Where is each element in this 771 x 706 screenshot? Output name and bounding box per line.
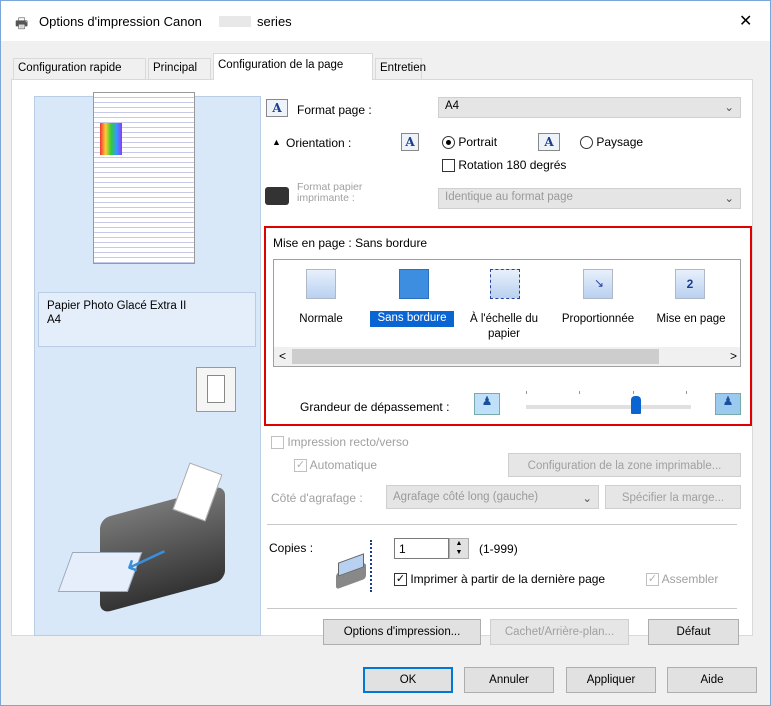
extension-max-icon: ♟ xyxy=(715,393,741,415)
print-options-button[interactable]: Options d'impression... xyxy=(323,619,481,645)
layout-value: Sans bordure xyxy=(355,236,428,250)
reverse-order-checkbox[interactable]: ✓ Imprimer à partir de la dernière page xyxy=(394,572,606,587)
layout-normal-label[interactable]: Normale xyxy=(286,312,356,327)
layout-label: Mise en page : Sans bordure xyxy=(273,236,428,250)
apply-button[interactable]: Appliquer xyxy=(566,667,656,693)
layout-normal-icon[interactable] xyxy=(306,269,336,299)
collate-checkbox[interactable]: ✓ Assembler xyxy=(646,572,719,587)
layout-scaled-label[interactable]: Proportionnée xyxy=(553,312,643,327)
stapling-dropdown[interactable]: Agrafage côté long (gauche) ⌄ xyxy=(386,485,599,509)
auto-duplex-checkbox[interactable]: ✓ Automatique xyxy=(294,458,378,473)
layout-borderless-icon[interactable] xyxy=(399,269,429,299)
paper-info-box: Papier Photo Glacé Extra II A4 xyxy=(38,292,256,347)
printer-paper-icon xyxy=(265,187,289,205)
scrollbar-thumb[interactable] xyxy=(292,349,659,364)
chevron-down-icon: ⌄ xyxy=(724,102,734,114)
landscape-label: Paysage xyxy=(596,135,644,149)
orientation-label: Orientation : xyxy=(286,136,352,150)
preview-image xyxy=(100,123,122,155)
duplex-label: Impression recto/verso xyxy=(287,435,409,449)
copies-spinner[interactable]: ▲ ▼ xyxy=(449,538,469,559)
chevron-down-icon: ⌄ xyxy=(582,493,592,505)
copies-stack-icon xyxy=(334,540,374,592)
defaults-button[interactable]: Défaut xyxy=(648,619,739,645)
copies-label: Copies : xyxy=(269,541,314,555)
paper-size: A4 xyxy=(47,314,62,326)
page-size-dropdown[interactable]: A4 ⌄ xyxy=(438,97,741,118)
slider-tick xyxy=(579,391,581,394)
tab-quick-setup[interactable]: Configuration rapide xyxy=(13,58,146,79)
layout-scrollbar[interactable]: < > xyxy=(274,347,740,366)
paper-orientation-button[interactable] xyxy=(196,367,236,412)
window-title: Options d'impression Canon xyxy=(39,14,202,29)
orientation-arrow-icon: ▲ xyxy=(272,137,281,147)
specify-margin-button[interactable]: Spécifier la marge... xyxy=(605,485,741,509)
duplex-checkbox[interactable]: Impression recto/verso xyxy=(271,435,409,450)
printer-icon: 🖶 xyxy=(15,15,29,31)
printer-paper-dropdown[interactable]: Identique au format page ⌄ xyxy=(438,188,741,209)
paper-name: Papier Photo Glacé Extra II xyxy=(47,300,187,312)
slider-tick xyxy=(686,391,687,394)
collate-label: Assembler xyxy=(661,572,719,586)
portrait-radio[interactable]: Portrait xyxy=(442,135,498,150)
close-button[interactable]: ✕ xyxy=(739,11,752,31)
printer-illustration: ⟵ xyxy=(57,462,230,614)
scroll-left-arrow[interactable]: < xyxy=(279,349,286,363)
layout-page-layout-icon[interactable]: 2 xyxy=(675,269,705,299)
chevron-down-icon: ⌄ xyxy=(724,193,734,205)
extension-label: Grandeur de dépassement : xyxy=(300,400,450,414)
page-size-icon: A xyxy=(266,99,288,117)
page-size-label: Format page : xyxy=(297,103,372,117)
stapling-label: Côté d'agrafage : xyxy=(271,491,363,505)
landscape-radio[interactable]: Paysage xyxy=(580,135,644,150)
layout-borderless-label[interactable]: Sans bordure xyxy=(370,311,454,327)
rotate-180-checkbox[interactable]: Rotation 180 degrés xyxy=(442,158,567,173)
printable-area-button[interactable]: Configuration de la zone imprimable... xyxy=(508,453,741,477)
layout-scaled-icon[interactable]: ↘ xyxy=(583,269,613,299)
help-button[interactable]: Aide xyxy=(667,667,757,693)
preview-panel: Papier Photo Glacé Extra II A4 ⟵ xyxy=(34,92,261,636)
tab-page-setup[interactable]: Configuration de la page xyxy=(213,53,373,80)
reverse-order-label: Imprimer à partir de la dernière page xyxy=(410,572,606,586)
layout-page-layout-label[interactable]: Mise en page xyxy=(646,312,736,327)
layout-fit-to-paper-icon[interactable] xyxy=(490,269,520,299)
title-bar: 🖶 Options d'impression Canon series ✕ xyxy=(1,1,770,41)
slider-tick xyxy=(526,391,527,394)
printer-paper-label: Format papier imprimante : xyxy=(297,181,363,204)
layout-fit-to-paper-label[interactable]: À l'échelle du papier xyxy=(456,312,552,342)
tab-main[interactable]: Principal xyxy=(148,58,211,79)
model-redacted xyxy=(219,16,251,27)
portrait-label: Portrait xyxy=(458,135,498,149)
rotate-180-label: Rotation 180 degrés xyxy=(458,158,567,172)
extension-slider-thumb[interactable] xyxy=(631,396,641,414)
cancel-button[interactable]: Annuler xyxy=(464,667,554,693)
extension-slider[interactable] xyxy=(526,391,691,414)
extension-min-icon: ♟ xyxy=(474,393,500,415)
page-preview xyxy=(93,92,195,264)
stamp-background-button[interactable]: Cachet/Arrière-plan... xyxy=(490,619,629,645)
separator xyxy=(267,524,737,525)
window-title-suffix: series xyxy=(257,14,292,29)
print-options-dialog: 🖶 Options d'impression Canon series ✕ Co… xyxy=(0,0,771,706)
copies-input[interactable]: 1 xyxy=(394,538,449,559)
ok-button[interactable]: OK xyxy=(363,667,453,693)
landscape-icon: A xyxy=(538,133,560,151)
scroll-right-arrow[interactable]: > xyxy=(730,349,737,363)
separator xyxy=(267,608,737,609)
portrait-icon: A xyxy=(401,133,419,151)
copies-range: (1-999) xyxy=(479,542,518,556)
printer-paper-value: Identique au format page xyxy=(445,191,573,203)
stapling-value: Agrafage côté long (gauche) xyxy=(393,491,539,503)
auto-duplex-label: Automatique xyxy=(309,458,378,472)
page-size-value: A4 xyxy=(445,100,460,112)
tab-maintenance[interactable]: Entretien xyxy=(375,58,426,79)
slider-tick xyxy=(632,391,634,394)
